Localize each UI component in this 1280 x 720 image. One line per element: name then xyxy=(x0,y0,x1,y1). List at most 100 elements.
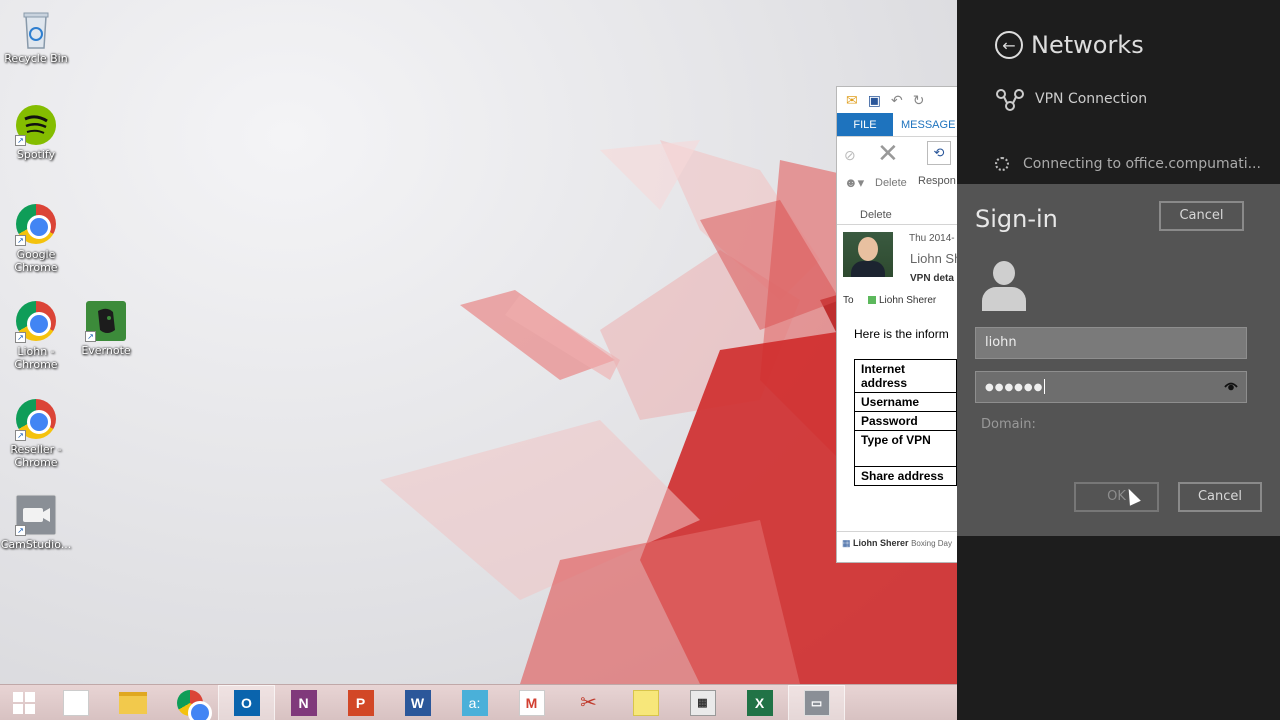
table-row: Password xyxy=(854,411,957,431)
connection-status: Connecting to office.compumati... xyxy=(995,156,1261,172)
table-row: Share address xyxy=(854,466,957,486)
connecting-text: Connecting to office.compumati... xyxy=(1023,156,1261,172)
vpn-connection-name: VPN Connection xyxy=(1035,91,1148,107)
desktop-icon-label: Evernote xyxy=(81,344,131,357)
ribbon-tabs: FILE MESSAGE xyxy=(837,113,957,137)
desktop-icon-camstudio[interactable]: ↗ CamStudio... xyxy=(0,494,72,551)
username-field[interactable]: liohn xyxy=(975,327,1247,359)
shortcut-arrow-icon: ↗ xyxy=(15,235,26,246)
delete-button[interactable]: Delete xyxy=(875,177,907,189)
message-sender: Liohn Sh xyxy=(910,251,957,266)
save-icon[interactable]: ▣ xyxy=(868,92,881,109)
password-field[interactable]: ●●●●●● xyxy=(975,371,1247,403)
spotify-icon: ↗ xyxy=(15,104,57,146)
table-cell: Internet address xyxy=(854,359,957,393)
camstudio-icon: ▭ xyxy=(803,689,830,716)
loading-spinner-icon xyxy=(995,157,1009,171)
taskbar-outlook[interactable]: O xyxy=(218,684,275,720)
chrome-icon: ↗ xyxy=(15,301,57,343)
outlook-icon: O xyxy=(233,689,260,716)
scissors-icon: ✂ xyxy=(580,692,597,714)
sender-avatar xyxy=(843,232,893,277)
outlook-message-window: ✉ ▣ ↶ ↻ FILE MESSAGE ⊘ ☻▾ ✕ Delete ⟲ Res… xyxy=(836,86,957,563)
taskbar-sticky-notes[interactable] xyxy=(617,685,674,720)
message-date: Thu 2014- xyxy=(909,233,955,244)
tab-file[interactable]: FILE xyxy=(837,113,893,136)
taskbar-apps[interactable] xyxy=(47,685,104,720)
undo-icon[interactable]: ↶ xyxy=(891,92,903,109)
taskbar-app-store[interactable]: a: xyxy=(446,685,503,720)
onenote-icon: N xyxy=(290,689,317,716)
taskbar-start[interactable] xyxy=(0,685,47,720)
recipient-status-icon xyxy=(868,296,876,304)
desktop-icon-recycle-bin[interactable]: Recycle Bin xyxy=(0,8,72,65)
back-arrow-icon[interactable]: ← xyxy=(995,31,1023,59)
table-cell: Share address xyxy=(854,466,957,486)
table-cell: Password xyxy=(854,411,957,431)
desktop-icon-google-chrome[interactable]: ↗ Google Chrome xyxy=(0,203,72,274)
networks-charm-panel: ← Networks VPN Connection Connecting to … xyxy=(957,0,1280,720)
wallpaper xyxy=(380,140,957,684)
sign-in-dialog: Sign-in Cancel liohn ●●●●●● Domain: OK C… xyxy=(957,184,1280,536)
windows-logo-icon xyxy=(12,691,35,714)
taskbar-onenote[interactable]: N xyxy=(275,685,332,720)
chrome-icon: ↗ xyxy=(15,204,57,246)
networks-header: ← Networks xyxy=(995,31,1144,59)
reveal-password-eye-icon[interactable] xyxy=(1224,379,1238,393)
junk-icon[interactable]: ☻▾ xyxy=(844,175,864,191)
desktop-icon-label: Recycle Bin xyxy=(4,52,68,65)
evernote-icon: ↗ xyxy=(85,300,127,342)
taskbar-excel[interactable]: X xyxy=(731,685,788,720)
desktop-icon-spotify[interactable]: ↗ Spotify xyxy=(0,104,72,161)
sticky-notes-icon xyxy=(632,689,659,716)
calculator-icon: ▦ xyxy=(689,689,716,716)
people-pane-name[interactable]: Liohn Sherer xyxy=(853,538,909,548)
redo-icon[interactable]: ↻ xyxy=(913,92,925,109)
taskbar-chrome[interactable] xyxy=(161,685,218,720)
delete-icon[interactable]: ✕ xyxy=(877,139,899,167)
message-body-intro: Here is the inform xyxy=(854,327,949,341)
tab-message[interactable]: MESSAGE xyxy=(893,113,955,136)
taskbar: O N P W a: M ✂ ▦ X ▭ xyxy=(0,684,957,720)
recipient-name[interactable]: Liohn Sherer xyxy=(879,295,936,306)
sign-in-title: Sign-in xyxy=(975,205,1058,233)
desktop-icon-label: Reseller - Chrome xyxy=(10,443,62,469)
ignore-icon[interactable]: ⊘ xyxy=(844,147,856,164)
taskbar-camstudio[interactable]: ▭ xyxy=(788,684,845,720)
taskbar-word[interactable]: W xyxy=(389,685,446,720)
desktop-icon-reseller-chrome[interactable]: ↗ Reseller - Chrome xyxy=(0,398,72,469)
chrome-icon xyxy=(176,689,212,720)
desktop-icon-label: CamStudio... xyxy=(0,538,72,551)
desktop-icon-label: Google Chrome xyxy=(14,248,58,274)
taskbar-powerpoint[interactable]: P xyxy=(332,685,389,720)
group-label-delete: Delete xyxy=(860,209,892,221)
cancel-button[interactable]: Cancel xyxy=(1178,482,1262,512)
desktop-icon-liohn-chrome[interactable]: ↗ Liohn - Chrome xyxy=(0,300,72,371)
app-store-icon: a: xyxy=(461,689,488,716)
respond-button[interactable]: Respon xyxy=(918,175,956,187)
desktop-icon-evernote[interactable]: ↗ Evernote xyxy=(70,300,142,357)
table-row: Username xyxy=(854,392,957,412)
table-row: Internet address xyxy=(854,359,957,393)
taskbar-calculator[interactable]: ▦ xyxy=(674,685,731,720)
folder-icon xyxy=(118,691,147,714)
taskbar-file-explorer[interactable] xyxy=(104,685,161,720)
taskbar-gmail[interactable]: M xyxy=(503,685,560,720)
ribbon: ⊘ ☻▾ ✕ Delete ⟲ Respon Delete xyxy=(837,137,957,225)
message-subject: VPN deta xyxy=(910,273,954,284)
people-pane-status: Boxing Day xyxy=(911,539,952,548)
to-label: To xyxy=(843,295,854,306)
taskbar-snipping-tool[interactable]: ✂ xyxy=(560,685,617,720)
excel-icon: X xyxy=(746,689,773,716)
mail-icon[interactable]: ✉ xyxy=(846,92,858,109)
people-pane: ▦ Liohn Sherer Boxing Day xyxy=(837,531,957,562)
domain-label: Domain: xyxy=(981,417,1036,432)
contact-icon: ▦ xyxy=(842,538,851,548)
table-cell: Username xyxy=(854,392,957,412)
respond-icon[interactable]: ⟲ xyxy=(927,141,951,165)
user-avatar-icon xyxy=(981,261,1027,311)
ok-button[interactable]: OK xyxy=(1074,482,1159,512)
shortcut-arrow-icon: ↗ xyxy=(15,135,26,146)
cancel-connection-button[interactable]: Cancel xyxy=(1159,201,1244,231)
vpn-connection-item[interactable]: VPN Connection xyxy=(995,86,1147,112)
